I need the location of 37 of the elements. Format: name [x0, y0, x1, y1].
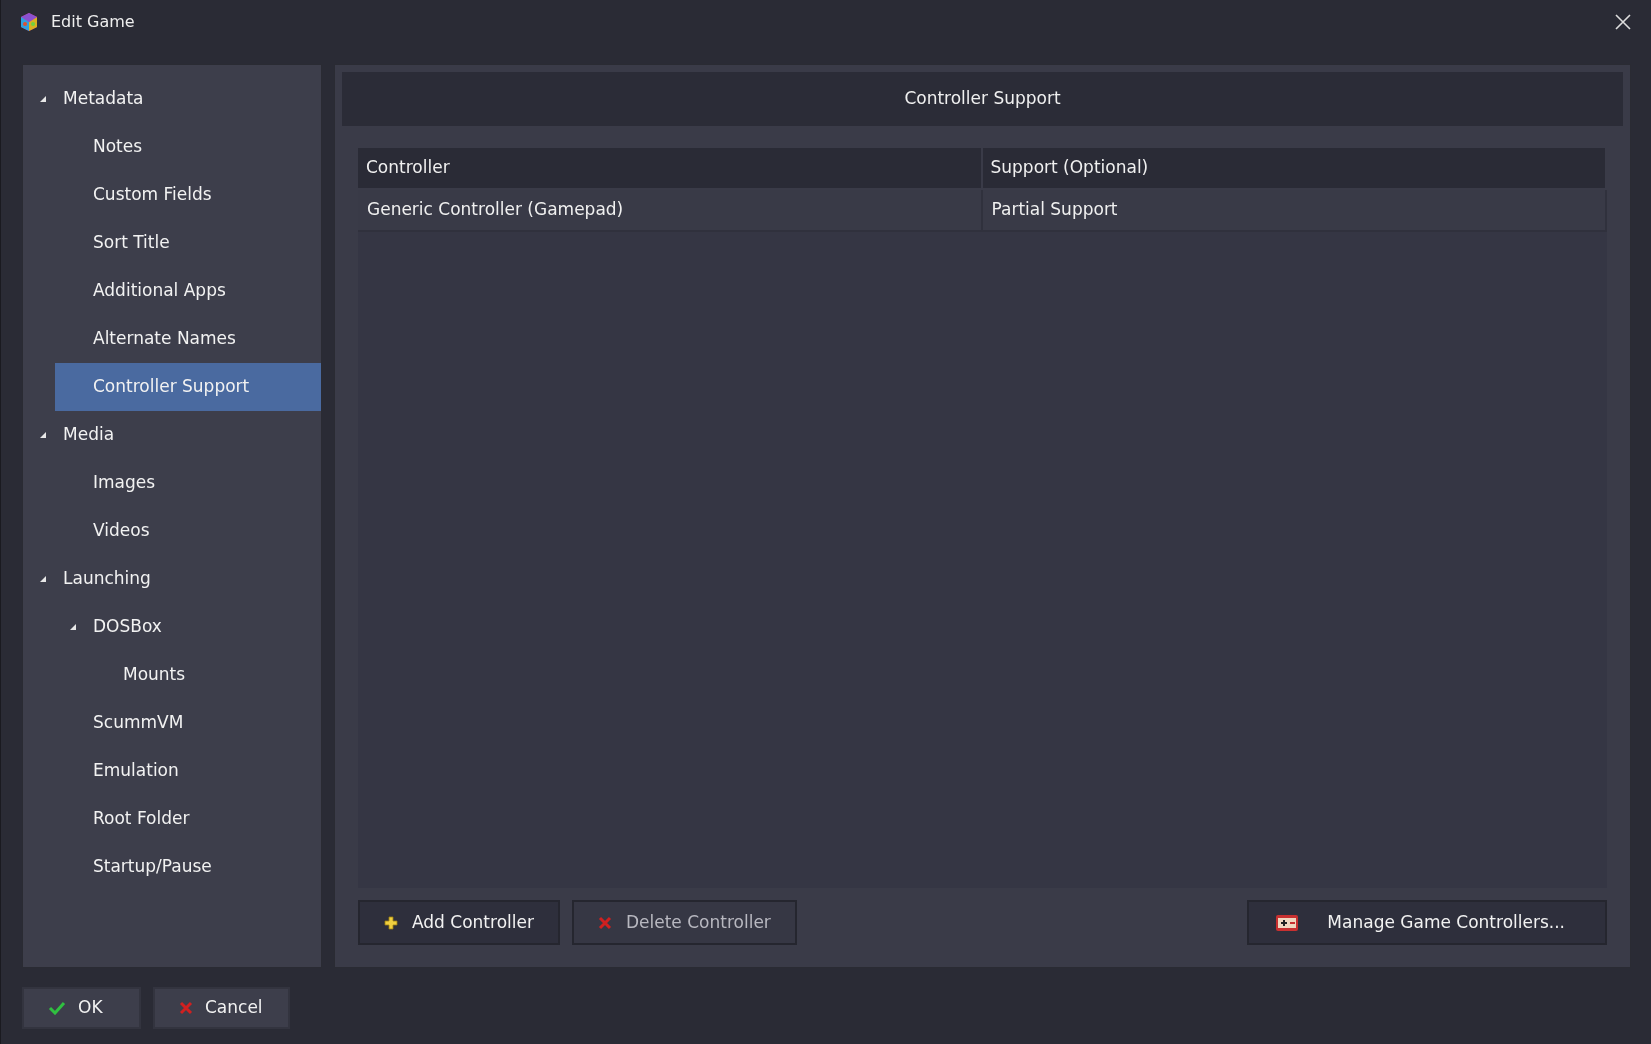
tree-item[interactable]: Controller Support	[55, 363, 321, 411]
expanded-triangle-icon[interactable]	[39, 95, 47, 103]
tree-item[interactable]: Media	[25, 411, 321, 459]
tree-item[interactable]: Metadata	[25, 75, 321, 123]
table-cell[interactable]: Partial Support	[982, 190, 1607, 232]
tree-item[interactable]: DOSBox	[55, 603, 321, 651]
table-cell[interactable]: Generic Controller (Gamepad)	[358, 190, 983, 232]
tree-item[interactable]: Custom Fields	[55, 171, 321, 219]
expanded-triangle-icon[interactable]	[69, 623, 77, 631]
tree-item[interactable]: Startup/Pause	[55, 843, 321, 891]
app-cube-icon	[19, 12, 39, 32]
window-title: Edit Game	[51, 11, 135, 33]
tree-item[interactable]: Emulation	[55, 747, 321, 795]
tree-item[interactable]: Additional Apps	[55, 267, 321, 315]
cancel-button[interactable]: Cancel	[153, 987, 290, 1029]
panel-title: Controller Support	[342, 72, 1623, 126]
tree-item[interactable]: Alternate Names	[55, 315, 321, 363]
expanded-triangle-icon[interactable]	[39, 431, 47, 439]
cross-icon	[597, 915, 612, 930]
tree-item[interactable]: Mounts	[85, 651, 321, 699]
tree-item[interactable]: ScummVM	[55, 699, 321, 747]
column-header[interactable]: Support (Optional)	[982, 148, 1607, 190]
tree-item[interactable]: Root Folder	[55, 795, 321, 843]
gamepad-icon	[1275, 913, 1300, 932]
tree-item[interactable]: Launching	[25, 555, 321, 603]
tree-item[interactable]: Notes	[55, 123, 321, 171]
tree-item[interactable]: Images	[55, 459, 321, 507]
expanded-triangle-icon[interactable]	[39, 575, 47, 583]
checkmark-icon	[48, 1001, 66, 1015]
plus-icon	[384, 915, 398, 930]
tree-item[interactable]: Sort Title	[55, 219, 321, 267]
tree-item[interactable]: Videos	[55, 507, 321, 555]
add-button[interactable]: Add Controller	[358, 900, 560, 945]
column-header[interactable]: Controller	[358, 148, 983, 190]
ok-button[interactable]: OK	[22, 987, 141, 1029]
cross-icon	[179, 1001, 193, 1015]
manage-button[interactable]: Manage Game Controllers...	[1247, 900, 1607, 945]
